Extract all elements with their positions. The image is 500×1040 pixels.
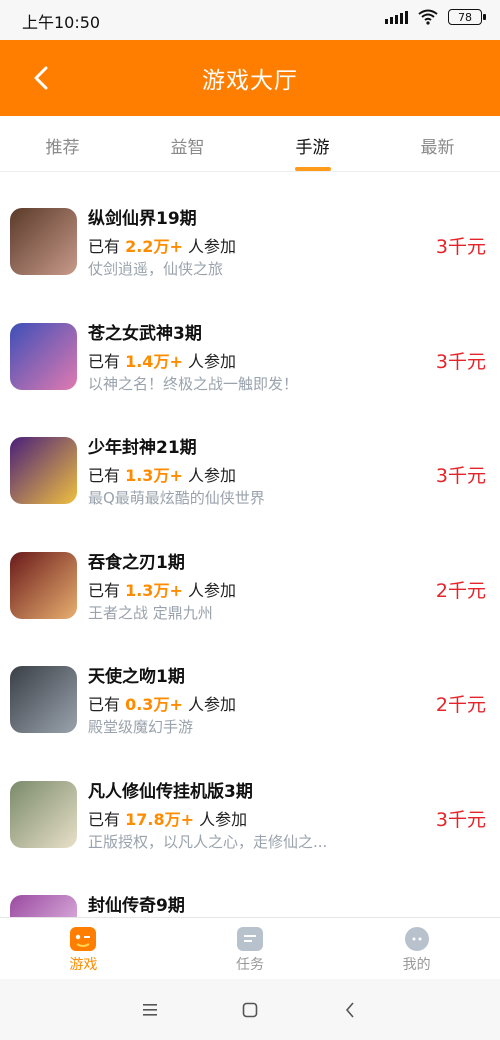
prize-amount: 3千元 (435, 465, 486, 487)
game-row[interactable]: 纵剑仙界19期 已有 2.2万+ 人参加 仗剑逍遥，仙侠之旅 3千元 (0, 172, 500, 287)
participants: 已有 1.3万+ 人参加 (88, 580, 236, 600)
prize-amount: 3千元 (435, 350, 486, 373)
bottom-nav: 游戏 任务 我的 (0, 917, 500, 979)
home-square-icon (242, 1002, 258, 1017)
chevron-left-icon (34, 66, 48, 90)
game-thumbnail (10, 666, 77, 733)
task-icon (237, 927, 263, 951)
battery-icon: 78 (448, 9, 486, 25)
game-name: 吞食之刃1期 (88, 552, 185, 573)
game-row[interactable]: 封仙传奇9期 (0, 859, 500, 917)
participants: 已有 2.2万+ 人参加 (88, 237, 236, 256)
game-description: 殿堂级魔幻手游 (88, 718, 194, 736)
tab-newest[interactable]: 最新 (375, 116, 500, 171)
tab-label: 益智 (170, 138, 205, 158)
menu-icon (143, 1003, 157, 1016)
page-title: 游戏大厅 (202, 68, 298, 94)
tab-recommend[interactable]: 推荐 (0, 116, 125, 171)
tab-mobile-games[interactable]: 手游 (250, 116, 375, 171)
menu-button[interactable] (135, 995, 165, 1025)
game-thumbnail (10, 895, 77, 917)
prize-amount: 3千元 (435, 236, 486, 258)
game-name: 凡人修仙传挂机版3期 (88, 781, 253, 802)
home-button[interactable] (235, 995, 265, 1025)
prize-amount: 3千元 (435, 808, 486, 831)
game-name: 纵剑仙界19期 (88, 209, 197, 229)
game-thumbnail (10, 551, 77, 619)
game-name: 苍之女武神3期 (88, 323, 202, 344)
participant-count: 1.3万+ (125, 580, 183, 600)
game-row[interactable]: 吞食之刃1期 已有 1.3万+ 人参加 王者之战 定鼎九州 2千元 (0, 516, 500, 631)
participant-count: 1.4万+ (125, 351, 183, 371)
participants: 已有 17.8万+ 人参加 (88, 809, 248, 829)
game-description: 王者之战 定鼎九州 (88, 603, 213, 622)
tab-label: 推荐 (45, 138, 80, 158)
game-name: 封仙传奇9期 (88, 896, 185, 916)
nav-profile[interactable]: 我的 (333, 918, 500, 979)
game-thumbnail (10, 437, 77, 504)
participants: 已有 1.4万+ 人参加 (88, 351, 236, 371)
profile-icon (404, 927, 429, 951)
status-time: 上午10:50 (22, 13, 101, 32)
game-description: 以神之名！终极之战一触即发！ (88, 374, 299, 393)
back-button[interactable] (26, 62, 56, 94)
game-description: 仗剑逍遥，仙侠之旅 (88, 260, 224, 278)
game-thumbnail (10, 208, 77, 275)
participant-count: 0.3万+ (125, 695, 183, 714)
app-header: 游戏大厅 (0, 40, 500, 116)
prize-amount: 2千元 (435, 579, 486, 602)
tab-puzzle[interactable]: 益智 (125, 116, 250, 171)
system-nav-bar (0, 979, 500, 1040)
participants: 已有 1.3万+ 人参加 (88, 466, 236, 485)
prize-amount: 2千元 (435, 694, 486, 716)
tab-label: 手游 (295, 138, 330, 158)
participant-count: 1.3万+ (125, 466, 183, 485)
back-nav-button[interactable] (335, 995, 365, 1025)
game-description: 正版授权，以凡人之心，走修仙之... (88, 832, 328, 851)
nav-label: 我的 (402, 957, 431, 973)
participants: 已有 0.3万+ 人参加 (88, 695, 236, 714)
nav-label: 游戏 (69, 957, 98, 973)
status-bar: 上午10:50 78 (0, 0, 500, 40)
battery-level: 78 (458, 10, 472, 24)
game-row[interactable]: 凡人修仙传挂机版3期 已有 17.8万+ 人参加 正版授权，以凡人之心，走修仙之… (0, 745, 500, 860)
participant-count: 17.8万+ (125, 809, 194, 829)
game-description: 最Q最萌最炫酷的仙侠世界 (88, 489, 265, 507)
game-thumbnail (10, 780, 77, 848)
back-arrow-icon (345, 1001, 354, 1018)
game-row[interactable]: 天使之吻1期 已有 0.3万+ 人参加 殿堂级魔幻手游 2千元 (0, 630, 500, 745)
tab-label: 最新 (420, 138, 455, 158)
category-tabs: 推荐 益智 手游 最新 (0, 116, 500, 172)
game-row[interactable]: 少年封神21期 已有 1.3万+ 人参加 最Q最萌最炫酷的仙侠世界 3千元 (0, 401, 500, 516)
wifi-icon (418, 9, 438, 25)
game-thumbnail (10, 322, 77, 390)
game-name: 少年封神21期 (88, 438, 197, 458)
gamepad-icon (70, 927, 97, 951)
nav-tasks[interactable]: 任务 (167, 918, 334, 979)
participant-count: 2.2万+ (125, 237, 183, 256)
game-row[interactable]: 苍之女武神3期 已有 1.4万+ 人参加 以神之名！终极之战一触即发！ 3千元 (0, 287, 500, 402)
game-name: 天使之吻1期 (88, 667, 185, 687)
nav-label: 任务 (236, 957, 264, 973)
nav-games[interactable]: 游戏 (0, 918, 167, 979)
game-list: 纵剑仙界19期 已有 2.2万+ 人参加 仗剑逍遥，仙侠之旅 3千元 苍之女武神… (0, 172, 500, 917)
signal-icon (385, 10, 408, 24)
